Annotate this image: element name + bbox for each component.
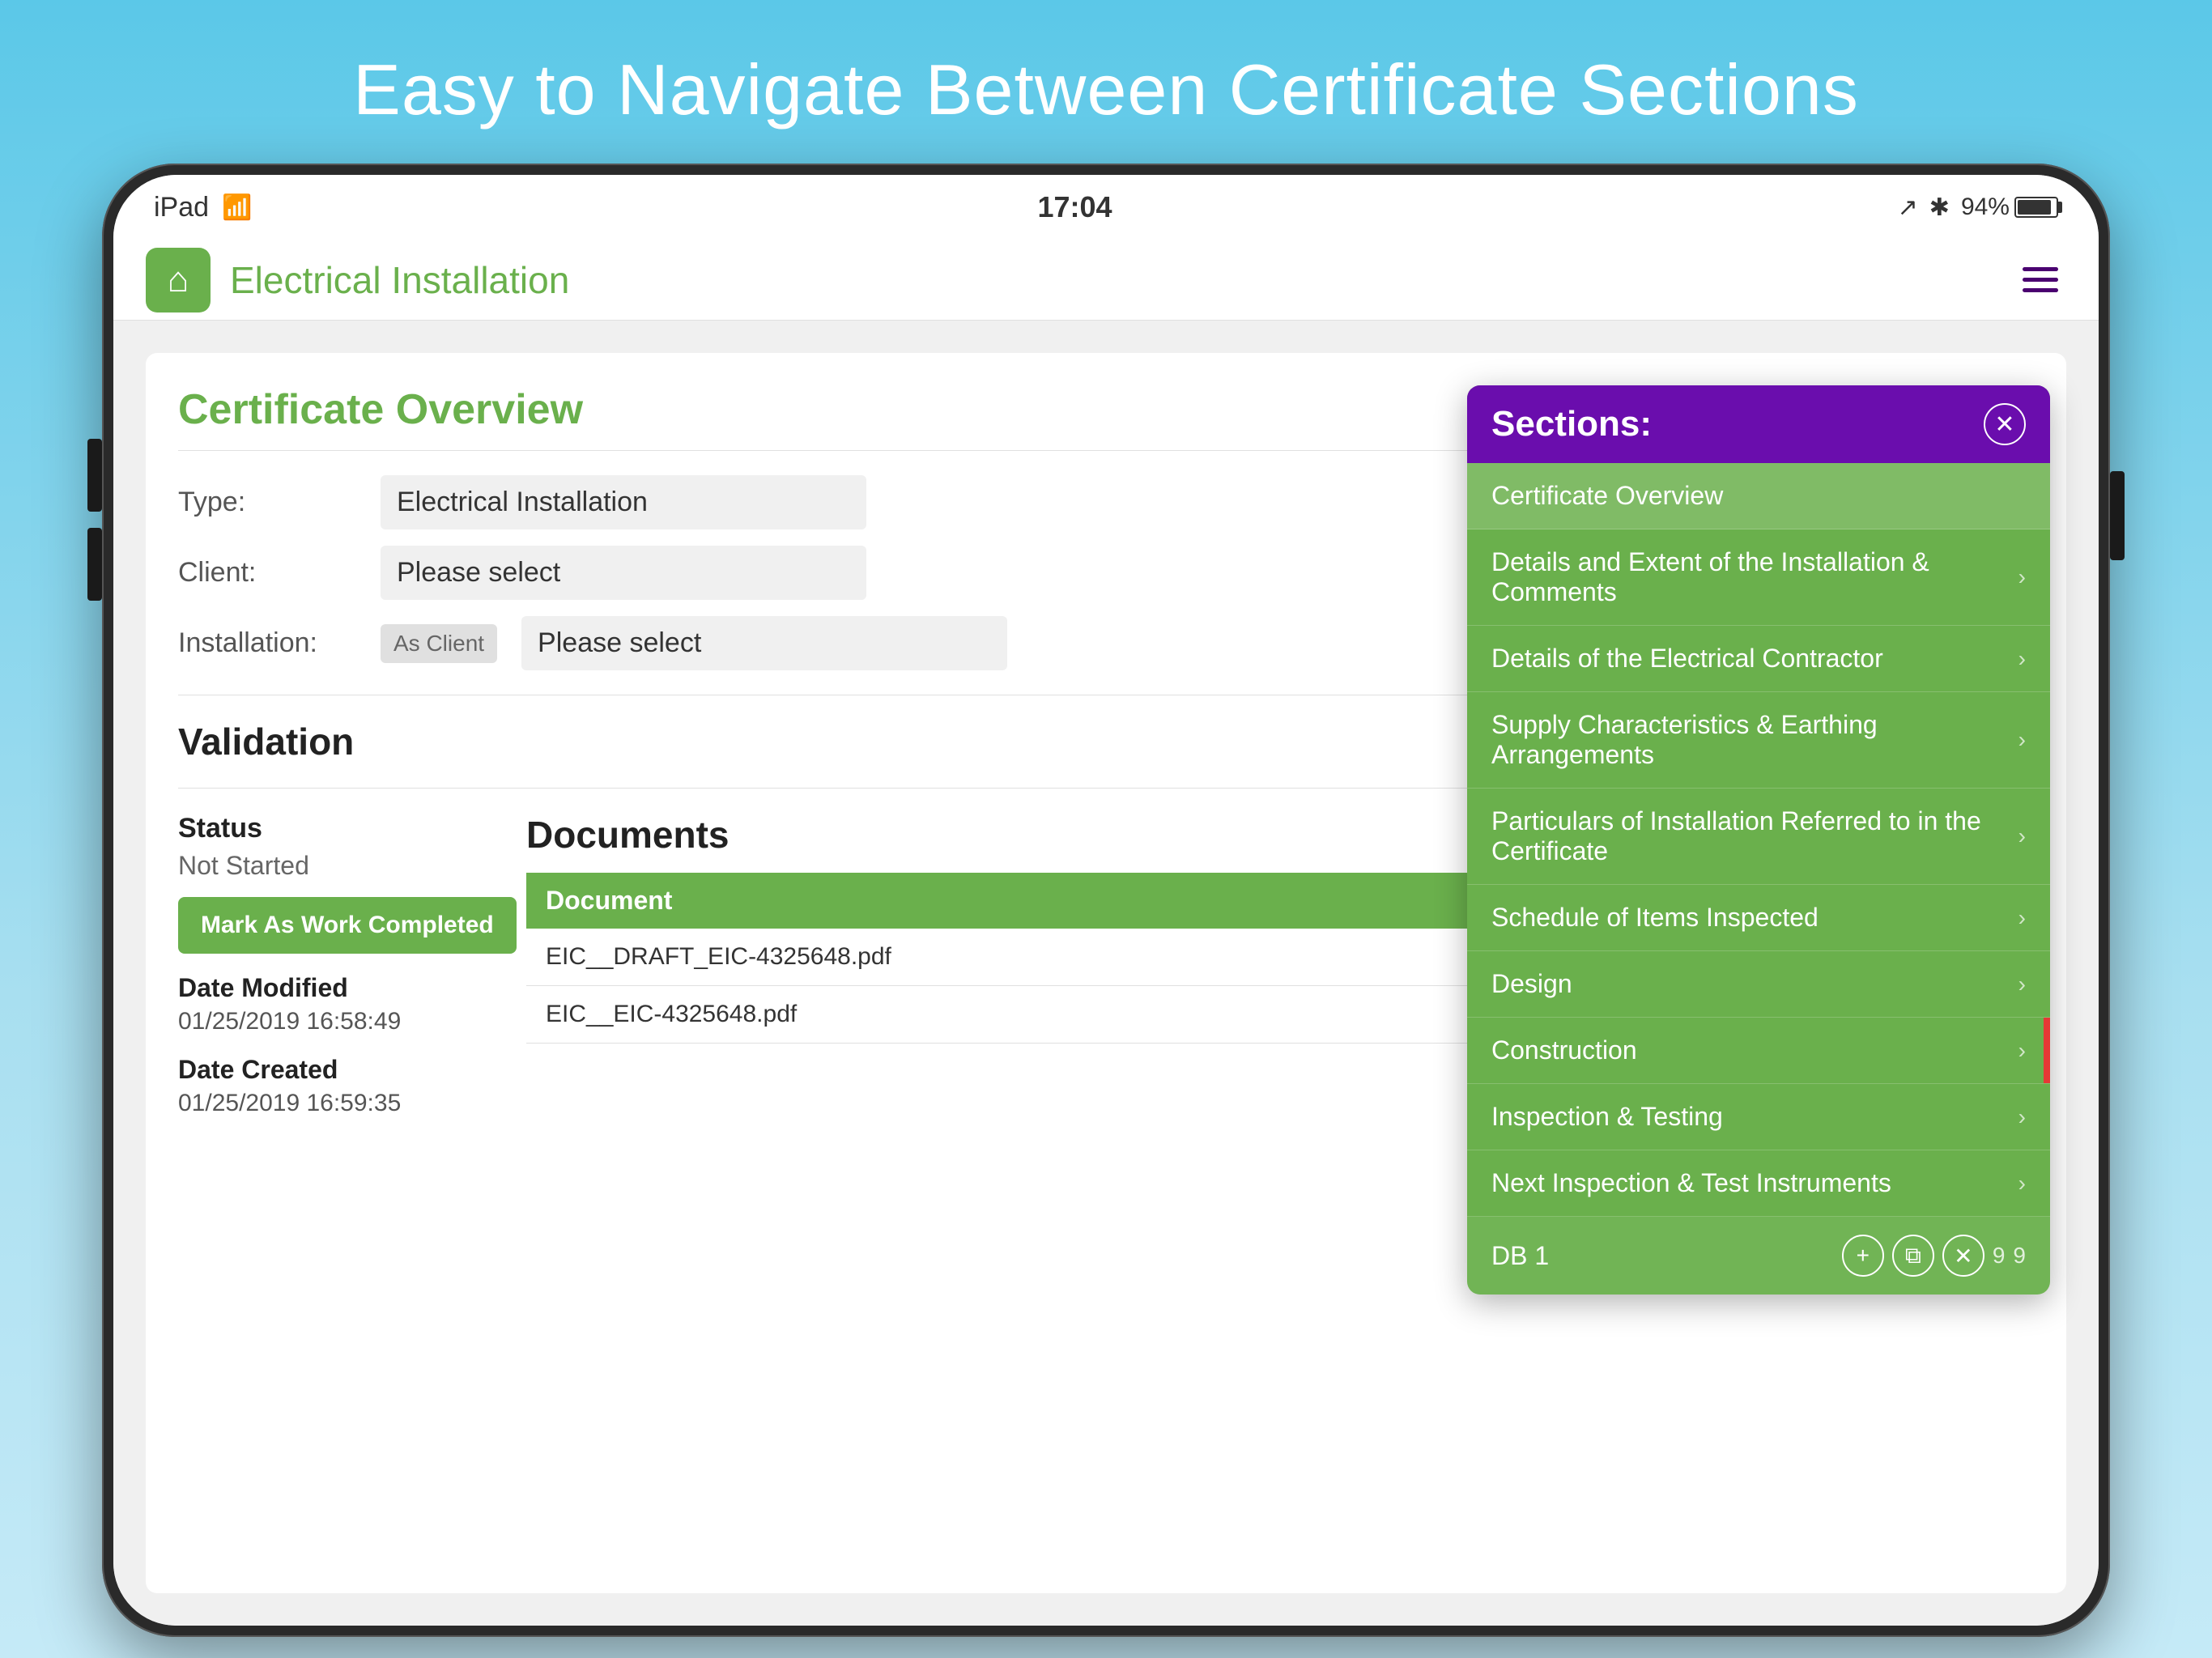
- sections-item-label: Details of the Electrical Contractor: [1491, 644, 1883, 674]
- db1-delete-button[interactable]: ✕: [1942, 1235, 1984, 1277]
- chevron-right-icon: ›: [2018, 971, 2026, 997]
- chevron-right-icon: ›: [2018, 727, 2026, 753]
- status-right: ↗ ✱ 94%: [1898, 193, 2058, 222]
- db1-num2: 9: [2013, 1243, 2026, 1269]
- sections-item-label: Next Inspection & Test Instruments: [1491, 1168, 1891, 1198]
- sections-item[interactable]: Design ›: [1467, 951, 2050, 1018]
- installation-value[interactable]: Please select: [521, 616, 1007, 670]
- sections-item[interactable]: Schedule of Items Inspected ›: [1467, 885, 2050, 951]
- hamburger-line-3: [2023, 288, 2058, 292]
- sections-item[interactable]: Details and Extent of the Installation &…: [1467, 529, 2050, 626]
- sections-item-label: Particulars of Installation Referred to …: [1491, 806, 2018, 866]
- sections-item-label: Inspection & Testing: [1491, 1102, 1723, 1132]
- sections-item-label: Schedule of Items Inspected: [1491, 903, 1819, 933]
- sections-item[interactable]: Inspection & Testing ›: [1467, 1084, 2050, 1150]
- ipad-screen: iPad 📶 17:04 ↗ ✱ 94% ⌂ Electrical Instal…: [113, 175, 2099, 1626]
- chevron-right-icon: ›: [2018, 646, 2026, 672]
- chevron-right-icon: ›: [2018, 1171, 2026, 1197]
- chevron-right-icon: ›: [2018, 823, 2026, 849]
- certificate-panel: Certificate Overview Certificate Type: E…: [146, 353, 2066, 1593]
- chevron-right-icon: ›: [2018, 1038, 2026, 1064]
- sections-item[interactable]: Certificate Overview: [1467, 463, 2050, 529]
- page-title: Easy to Navigate Between Certificate Sec…: [353, 49, 1859, 131]
- status-value: Not Started: [178, 851, 486, 881]
- sections-item[interactable]: Supply Characteristics & Earthing Arrang…: [1467, 692, 2050, 789]
- bluetooth-icon: ✱: [1929, 193, 1950, 222]
- volume-down-button[interactable]: [87, 528, 102, 601]
- sections-item-label: Certificate Overview: [1491, 481, 1723, 511]
- chevron-right-icon: ›: [2018, 905, 2026, 931]
- chevron-right-icon: ›: [2018, 1104, 2026, 1130]
- wifi-icon: 📶: [222, 193, 252, 222]
- main-content: Certificate Overview Certificate Type: E…: [113, 321, 2099, 1626]
- sections-item-label: Supply Characteristics & Earthing Arrang…: [1491, 710, 2018, 770]
- battery-bar: [2014, 197, 2058, 218]
- sections-header-title: Sections:: [1491, 404, 1652, 444]
- power-button[interactable]: [2110, 471, 2125, 560]
- type-value: Electrical Installation: [381, 475, 866, 529]
- sections-item-label: Construction: [1491, 1035, 1637, 1065]
- db1-add-button[interactable]: +: [1842, 1235, 1884, 1277]
- sections-item[interactable]: Next Inspection & Test Instruments ›: [1467, 1150, 2050, 1217]
- hamburger-line-1: [2023, 267, 2058, 271]
- db1-num1: 9: [1993, 1243, 2006, 1269]
- sections-close-button[interactable]: ✕: [1984, 403, 2026, 445]
- mark-completed-button[interactable]: Mark As Work Completed: [178, 897, 517, 954]
- chevron-right-icon: ›: [2018, 564, 2026, 590]
- red-status-bar: [2044, 1018, 2050, 1083]
- status-section: Status Not Started Mark As Work Complete…: [178, 813, 486, 1117]
- type-label: Type:: [178, 487, 356, 518]
- db1-label: DB 1: [1491, 1241, 1549, 1271]
- status-bar: iPad 📶 17:04 ↗ ✱ 94%: [113, 175, 2099, 240]
- date-modified-label: Date Modified: [178, 973, 486, 1003]
- sections-item[interactable]: Details of the Electrical Contractor ›: [1467, 626, 2050, 692]
- status-time: 17:04: [1038, 190, 1112, 224]
- hamburger-line-2: [2023, 278, 2058, 282]
- db1-copy-button[interactable]: ⧉: [1892, 1235, 1934, 1277]
- sections-item-label: Design: [1491, 969, 1572, 999]
- db1-actions: + ⧉ ✕ 9 9: [1842, 1235, 2026, 1277]
- battery-container: 94%: [1961, 193, 2058, 221]
- sections-item[interactable]: Construction ›: [1467, 1018, 2050, 1084]
- client-label: Client:: [178, 557, 356, 589]
- as-client-badge: As Client: [381, 624, 497, 663]
- nav-bar: ⌂ Electrical Installation: [113, 240, 2099, 321]
- sections-list: Certificate Overview Details and Extent o…: [1467, 463, 2050, 1217]
- sections-item-label: Details and Extent of the Installation &…: [1491, 547, 2018, 607]
- hamburger-menu-button[interactable]: [2014, 259, 2066, 300]
- installation-label: Installation:: [178, 627, 356, 659]
- status-left: iPad 📶: [154, 192, 252, 223]
- battery-percent: 94%: [1961, 193, 2010, 221]
- date-created-value: 01/25/2019 16:59:35: [178, 1090, 486, 1117]
- ipad-frame: iPad 📶 17:04 ↗ ✱ 94% ⌂ Electrical Instal…: [102, 164, 2110, 1637]
- sections-header: Sections: ✕: [1467, 385, 2050, 463]
- date-created-label: Date Created: [178, 1055, 486, 1085]
- db1-row[interactable]: DB 1 + ⧉ ✕ 9 9: [1467, 1217, 2050, 1295]
- device-name: iPad: [154, 192, 209, 223]
- battery-fill: [2018, 200, 2051, 215]
- sections-panel: Sections: ✕ Certificate Overview Details …: [1467, 385, 2050, 1295]
- status-label: Status: [178, 813, 486, 844]
- sections-item[interactable]: Particulars of Installation Referred to …: [1467, 789, 2050, 885]
- certificate-title: Certificate Overview: [178, 385, 583, 434]
- volume-up-button[interactable]: [87, 439, 102, 512]
- date-modified-value: 01/25/2019 16:58:49: [178, 1008, 486, 1035]
- client-value[interactable]: Please select: [381, 546, 866, 600]
- location-icon: ↗: [1898, 193, 1918, 222]
- home-button[interactable]: ⌂: [146, 248, 211, 312]
- nav-title: Electrical Installation: [230, 258, 1995, 302]
